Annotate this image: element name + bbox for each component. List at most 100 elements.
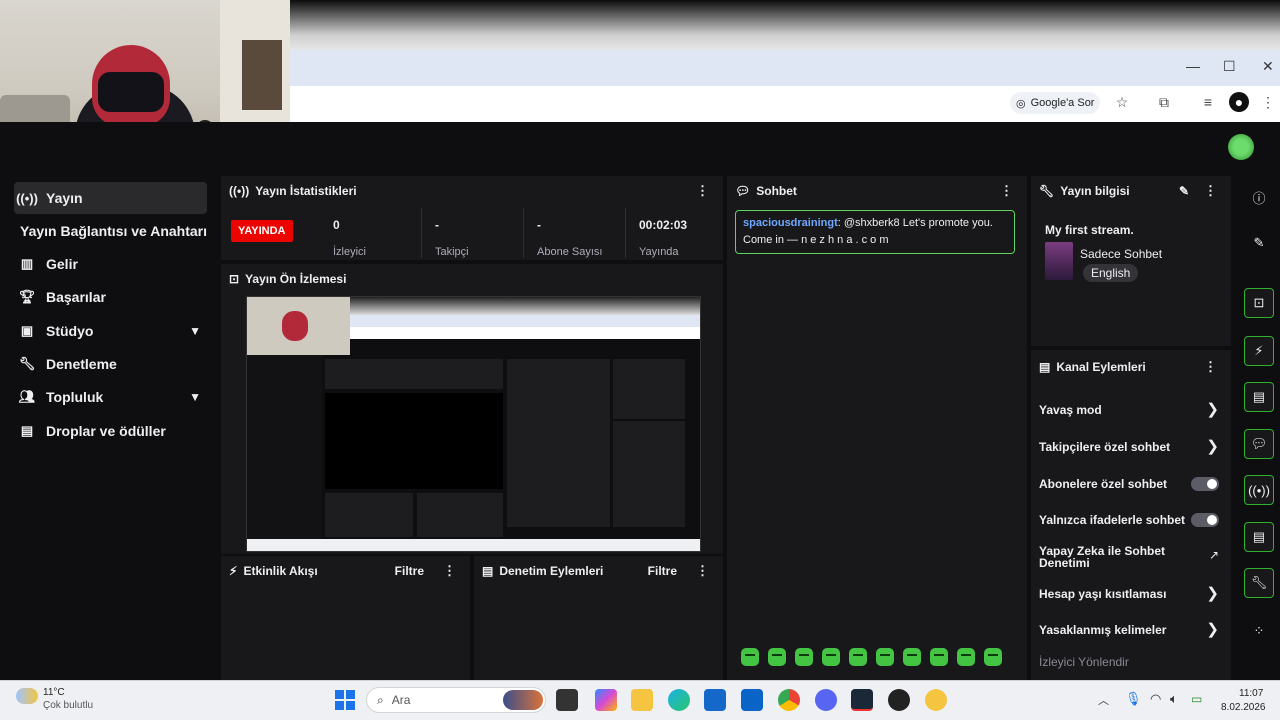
info-icon[interactable]: ⓘ xyxy=(1244,182,1274,212)
camera-icon: ▣ xyxy=(20,323,34,338)
emote-icon[interactable] xyxy=(741,648,759,666)
chrome-icon[interactable] xyxy=(778,689,800,711)
panel-title: Etkinlik Akışı xyxy=(243,564,318,578)
sidebar-item-studyo[interactable]: ▣ Stüdyo ▼ xyxy=(14,315,207,347)
mod-action-raid[interactable]: İzleyici Yönlendir xyxy=(1039,655,1219,669)
preview-video[interactable] xyxy=(246,296,701,552)
profile-icon[interactable]: ● xyxy=(1229,92,1249,112)
outlook-icon[interactable] xyxy=(741,689,763,711)
sidebar-item-yayin[interactable]: ((•)) Yayın xyxy=(14,182,207,214)
emote-icon[interactable] xyxy=(903,648,921,666)
lightning-icon[interactable]: ⚡︎ xyxy=(1244,336,1274,366)
notes-icon[interactable]: ▤ xyxy=(1244,382,1274,412)
maximize-icon[interactable]: ☐ xyxy=(1223,58,1236,75)
emote-icon[interactable] xyxy=(822,648,840,666)
tray-chevron-icon[interactable]: ︿ xyxy=(1098,692,1109,708)
actions-icon[interactable]: ▤ xyxy=(1244,522,1274,552)
mod-actions-log-panel: ▤ Denetim Eylemleri Filtre ⋮ xyxy=(474,556,723,680)
microphone-icon[interactable]: 🎙︎ xyxy=(1125,691,1142,707)
quick-actions-rail: ⓘ ✎ ⊡ ⚡︎ ▤ 💬︎ ((•)) ▤ 🔧︎ ⁘ xyxy=(1236,172,1280,680)
broadcast-icon[interactable]: ((•)) xyxy=(1244,475,1274,505)
extensions-icon[interactable]: ⧉ xyxy=(1154,92,1174,112)
media-icon[interactable]: ≡ xyxy=(1198,92,1218,112)
store-icon[interactable] xyxy=(704,689,726,711)
weather-temp[interactable]: 11°C xyxy=(43,687,65,698)
weather-desc[interactable]: Çok bulutlu xyxy=(43,700,93,711)
clock-time[interactable]: 11:07 xyxy=(1239,688,1263,699)
people-icon: 👥︎ xyxy=(18,389,36,404)
panel-title: Yayın Ön İzlemesi xyxy=(245,272,347,286)
edit-icon[interactable]: ✎ xyxy=(1179,184,1189,198)
emote-only-toggle[interactable] xyxy=(1191,513,1219,527)
emoji-app-icon[interactable] xyxy=(925,689,947,711)
google-ask-button[interactable]: ◎ Google'a Sor xyxy=(1010,92,1101,114)
menu-icon[interactable]: ⋮ xyxy=(1258,92,1278,112)
filter-button[interactable]: Filtre xyxy=(395,564,424,578)
channel-actions-panel: ▤ Kanal Eylemleri ⋮ Yavaş mod ❯ Takipçil… xyxy=(1031,350,1231,680)
more-icon[interactable]: ⋮ xyxy=(1204,359,1217,375)
stream-stats-panel: ((•)) Yayın İstatistikleri ⋮ YAYINDA 0 İ… xyxy=(221,176,723,260)
close-icon[interactable]: ✕ xyxy=(1262,58,1274,75)
chat-message[interactable]: spaciousdrainingt: @shxberk8 Let's promo… xyxy=(735,210,1015,254)
panel-header: 🔧︎ Yayın bilgisi ✎ ⋮ xyxy=(1031,176,1231,206)
start-button[interactable] xyxy=(335,690,355,710)
more-icon[interactable]: ⋮ xyxy=(1000,183,1013,199)
stream-preview-panel: ⊡ Yayın Ön İzlemesi xyxy=(221,264,723,554)
emote-icon[interactable] xyxy=(768,648,786,666)
panel-title: Denetim Eylemleri xyxy=(499,564,604,578)
battery-icon[interactable]: ▭ xyxy=(1191,692,1202,706)
wrench-icon: 🔧︎ xyxy=(1039,184,1055,198)
chevron-right-icon: ❯ xyxy=(1206,438,1219,455)
edge-icon[interactable] xyxy=(668,689,690,711)
chevron-right-icon: ❯ xyxy=(1206,585,1219,602)
sidebar-item-denetleme[interactable]: 🔧︎ Denetleme xyxy=(14,348,207,380)
wifi-icon[interactable]: ◠ xyxy=(1150,691,1161,707)
emote-icon[interactable] xyxy=(984,648,1002,666)
more-icon[interactable]: ⋮ xyxy=(443,563,456,579)
app-icon[interactable] xyxy=(888,689,910,711)
user-avatar[interactable] xyxy=(1228,134,1254,160)
more-icon[interactable]: ⋮ xyxy=(696,563,709,579)
language-tag[interactable]: English xyxy=(1083,264,1139,282)
emote-icon[interactable] xyxy=(930,648,948,666)
minimize-icon[interactable]: — xyxy=(1186,58,1200,74)
chevron-down-icon: ▼ xyxy=(189,324,201,338)
sidebar-item-droplar[interactable]: ▤ Droplar ve ödüller xyxy=(14,415,207,447)
uptime-value: 00:02:03 xyxy=(639,218,688,232)
emote-icon[interactable] xyxy=(795,648,813,666)
task-view-icon[interactable] xyxy=(556,689,578,711)
steam-icon[interactable] xyxy=(851,689,873,711)
chat-username[interactable]: spaciousdrainingt xyxy=(743,217,838,229)
more-icon[interactable]: ⋮ xyxy=(696,183,709,199)
add-panel-icon[interactable]: ⁘ xyxy=(1244,616,1274,646)
category-name[interactable]: Sadece Sohbet xyxy=(1080,247,1162,261)
more-icon[interactable]: ⋮ xyxy=(1204,183,1217,199)
bookmark-star-icon[interactable]: ☆ xyxy=(1112,92,1132,112)
subs-label: Abone Sayısı xyxy=(537,246,603,258)
panel-title: Sohbet xyxy=(756,184,797,198)
emote-icon[interactable] xyxy=(957,648,975,666)
external-link-icon: ↗ xyxy=(1208,548,1219,562)
wrench-icon[interactable]: 🔧︎ xyxy=(1244,568,1274,598)
discord-icon[interactable] xyxy=(815,689,837,711)
sidebar-item-stream-key[interactable]: Yayın Bağlantısı ve Anahtarı xyxy=(20,215,213,247)
taskbar-search[interactable]: ⌕ Ara xyxy=(366,687,546,713)
chat-icon[interactable]: 💬︎ xyxy=(1244,429,1274,459)
sidebar-item-topluluk[interactable]: 👥︎ Topluluk ▼ xyxy=(14,381,207,413)
broadcast-icon: ((•)) xyxy=(16,190,38,206)
chevron-right-icon: ❯ xyxy=(1206,401,1219,418)
followers-label: Takipçi xyxy=(435,246,469,258)
sidebar-item-gelir[interactable]: ▥ Gelir xyxy=(14,248,207,280)
copilot-icon[interactable] xyxy=(595,689,617,711)
emote-icon[interactable] xyxy=(849,648,867,666)
subs-only-toggle[interactable] xyxy=(1191,477,1219,491)
chat-icon: 💬︎ xyxy=(735,184,751,198)
filter-button[interactable]: Filtre xyxy=(648,564,677,578)
volume-icon[interactable]: 🔈︎ xyxy=(1170,691,1178,707)
clock-date[interactable]: 8.02.2026 xyxy=(1221,702,1266,713)
edit-icon[interactable]: ✎ xyxy=(1244,228,1274,258)
file-explorer-icon[interactable] xyxy=(631,689,653,711)
sidebar-item-basarilar[interactable]: 🏆︎ Başarılar xyxy=(14,281,207,313)
clip-icon[interactable]: ⊡ xyxy=(1244,288,1274,318)
emote-icon[interactable] xyxy=(876,648,894,666)
